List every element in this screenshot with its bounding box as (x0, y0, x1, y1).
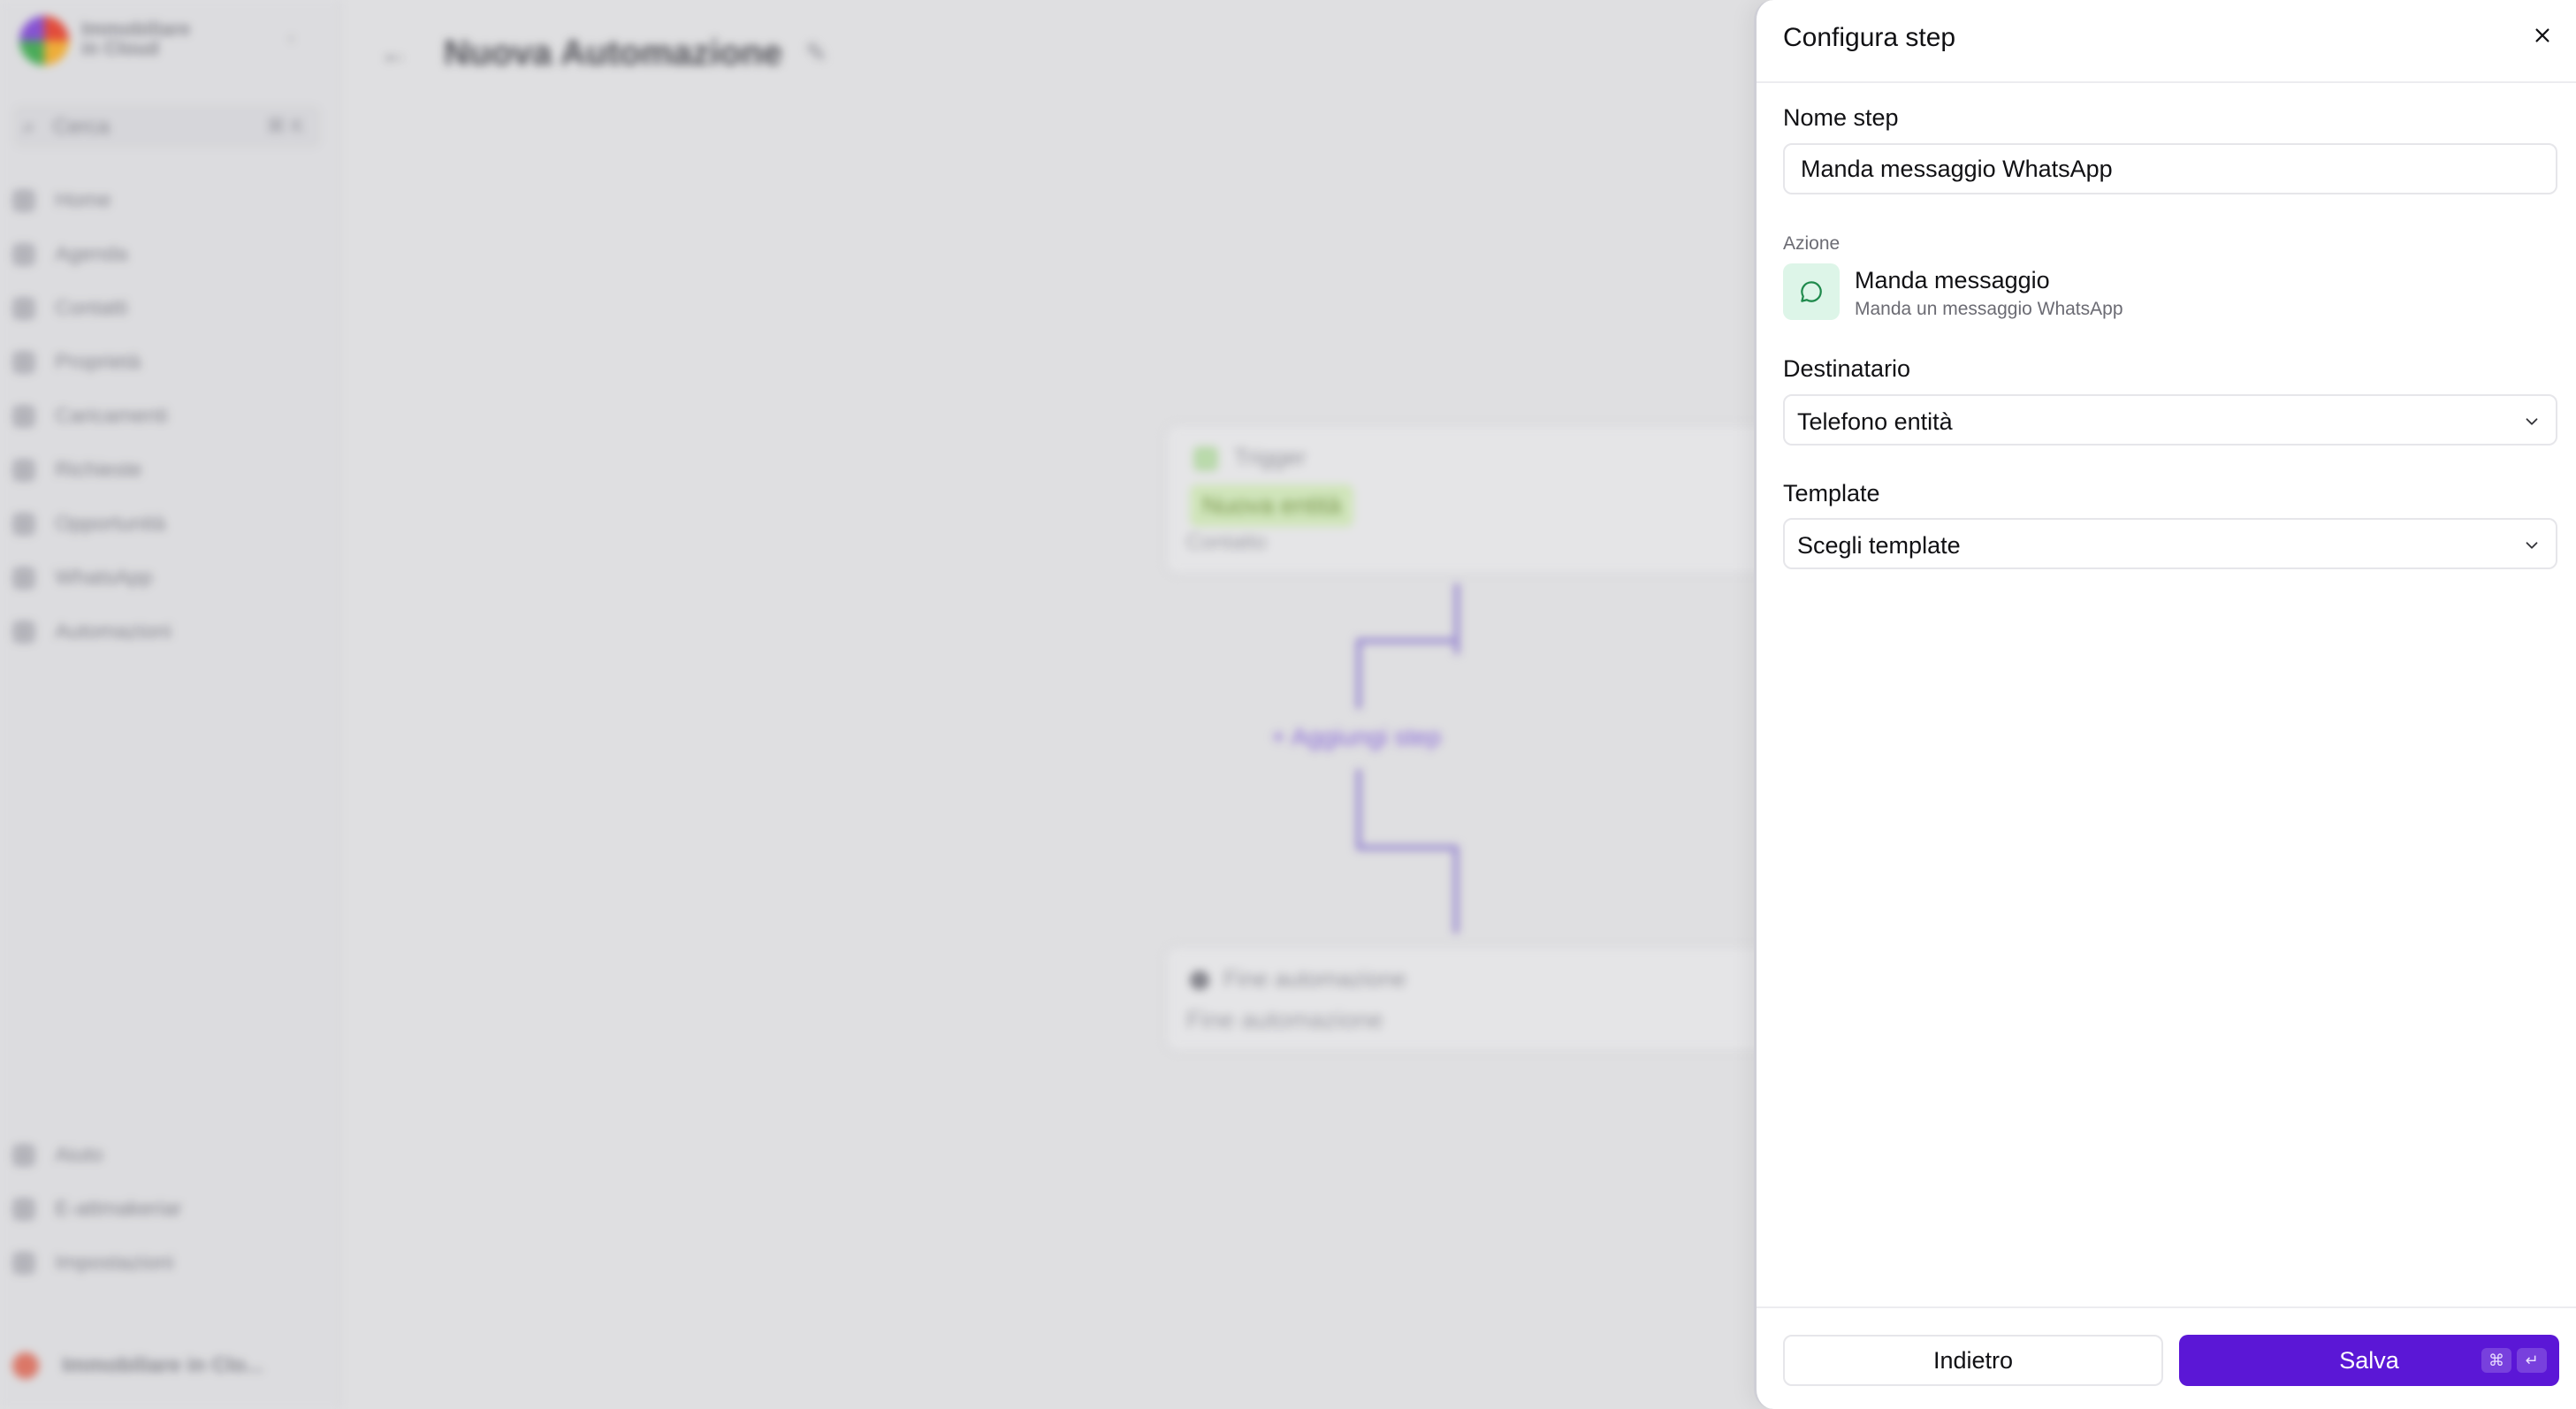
step-name-label: Nome step (1783, 104, 1899, 131)
close-icon (2535, 28, 2549, 42)
action-caption: Azione (1783, 233, 1841, 254)
action-icon-box (1783, 263, 1840, 320)
enter-key-icon: ↵ (2517, 1348, 2547, 1373)
configure-step-panel: Configura step Nome step Azione Manda me… (1754, 0, 2576, 1409)
close-button[interactable] (2525, 18, 2560, 53)
action-title: Manda messaggio (1855, 267, 2050, 293)
command-key-icon: ⌘ (2481, 1348, 2511, 1373)
step-name-input[interactable] (1783, 143, 2557, 194)
action-subtitle: Manda un messaggio WhatsApp (1855, 299, 2123, 319)
save-button[interactable]: Salva ⌘ ↵ (2179, 1335, 2559, 1386)
chevron-down-icon (2526, 542, 2538, 549)
panel-footer: Indietro Salva ⌘ ↵ (1757, 1306, 2576, 1409)
template-value: Scegli template (1797, 532, 1961, 559)
panel-title: Configura step (1783, 23, 1956, 52)
save-shortcut: ⌘ ↵ (2481, 1348, 2547, 1373)
template-select[interactable]: Scegli template (1783, 518, 2557, 569)
panel-header: Configura step (1757, 0, 2576, 83)
back-button[interactable]: Indietro (1783, 1335, 2163, 1386)
save-button-label: Salva (2339, 1346, 2399, 1374)
message-bubble-icon (1801, 281, 1822, 302)
recipient-label: Destinatario (1783, 355, 1911, 382)
chevron-down-icon (2526, 418, 2538, 425)
recipient-value: Telefono entità (1797, 408, 1953, 435)
recipient-select[interactable]: Telefono entità (1783, 394, 2557, 446)
template-label: Template (1783, 480, 1880, 506)
